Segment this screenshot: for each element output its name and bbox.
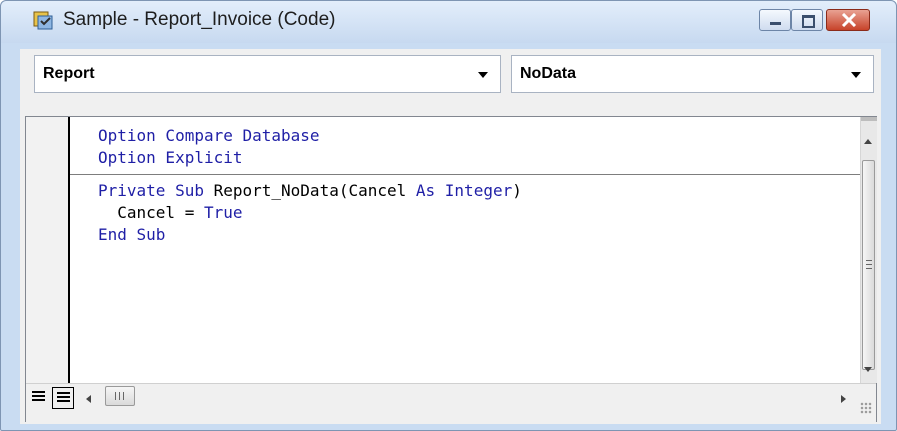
procedure-view-button[interactable] (28, 387, 50, 409)
code-line[interactable]: End Sub (98, 225, 165, 245)
vertical-scroll-thumb[interactable] (862, 160, 875, 370)
full-module-view-icon (57, 392, 70, 404)
title-bar[interactable]: Sample - Report_Invoice (Code) (1, 1, 896, 43)
scroll-down-icon[interactable] (864, 367, 872, 372)
code-keyword: Private Sub (98, 181, 204, 200)
procedure-separator (70, 174, 860, 175)
object-dropdown[interactable]: Report (34, 55, 501, 93)
code-text: ) (512, 181, 522, 200)
margin-indicator-bar[interactable] (26, 117, 70, 383)
code-keyword: Option Explicit (98, 148, 243, 167)
access-code-icon (33, 11, 53, 30)
scroll-left-icon[interactable] (86, 395, 91, 403)
size-grip-icon[interactable] (860, 402, 872, 414)
minimize-button[interactable] (759, 9, 791, 31)
close-icon (841, 13, 857, 27)
code-keyword: As Integer (415, 181, 513, 200)
code-text: Report_NoData(Cancel (203, 181, 416, 200)
scroll-right-icon[interactable] (841, 395, 846, 403)
code-window: Sample - Report_Invoice (Code) Report No… (0, 0, 897, 431)
full-module-view-button[interactable] (52, 387, 74, 409)
code-keyword: End Sub (98, 225, 166, 244)
scroll-up-icon[interactable] (864, 139, 872, 144)
close-button[interactable] (826, 9, 870, 31)
code-line[interactable]: Cancel = True (98, 203, 243, 223)
code-keyword: Option Compare Database (98, 126, 320, 145)
horizontal-scrollbar[interactable] (26, 383, 876, 422)
procedure-view-icon (32, 391, 45, 403)
procedure-dropdown[interactable]: NoData (511, 55, 874, 93)
split-bar[interactable] (861, 117, 877, 121)
code-line[interactable]: Private Sub Report_NoData(Cancel As Inte… (98, 181, 522, 201)
maximize-button[interactable] (791, 9, 823, 31)
code-text: Cancel = (98, 203, 204, 222)
grip-icon (115, 392, 127, 400)
code-keyword: True (203, 203, 243, 222)
maximize-icon (802, 15, 815, 28)
object-dropdown-value: Report (43, 65, 95, 82)
procedure-dropdown-value: NoData (520, 65, 577, 82)
code-line[interactable]: Option Explicit (98, 148, 243, 168)
window-title: Sample - Report_Invoice (Code) (63, 9, 336, 30)
chevron-down-icon[interactable] (478, 72, 488, 78)
grip-icon (866, 260, 872, 272)
code-editor[interactable]: Option Compare Database Option Explicit P… (25, 116, 877, 422)
code-pane: Report NoData Option Compare Database Opt… (20, 49, 881, 424)
chevron-down-icon[interactable] (851, 72, 861, 78)
vertical-scrollbar[interactable] (860, 117, 877, 383)
code-text-area[interactable]: Option Compare Database Option Explicit P… (70, 117, 860, 383)
code-line[interactable]: Option Compare Database (98, 126, 320, 146)
minimize-icon (770, 22, 781, 25)
horizontal-scroll-thumb[interactable] (105, 386, 135, 406)
